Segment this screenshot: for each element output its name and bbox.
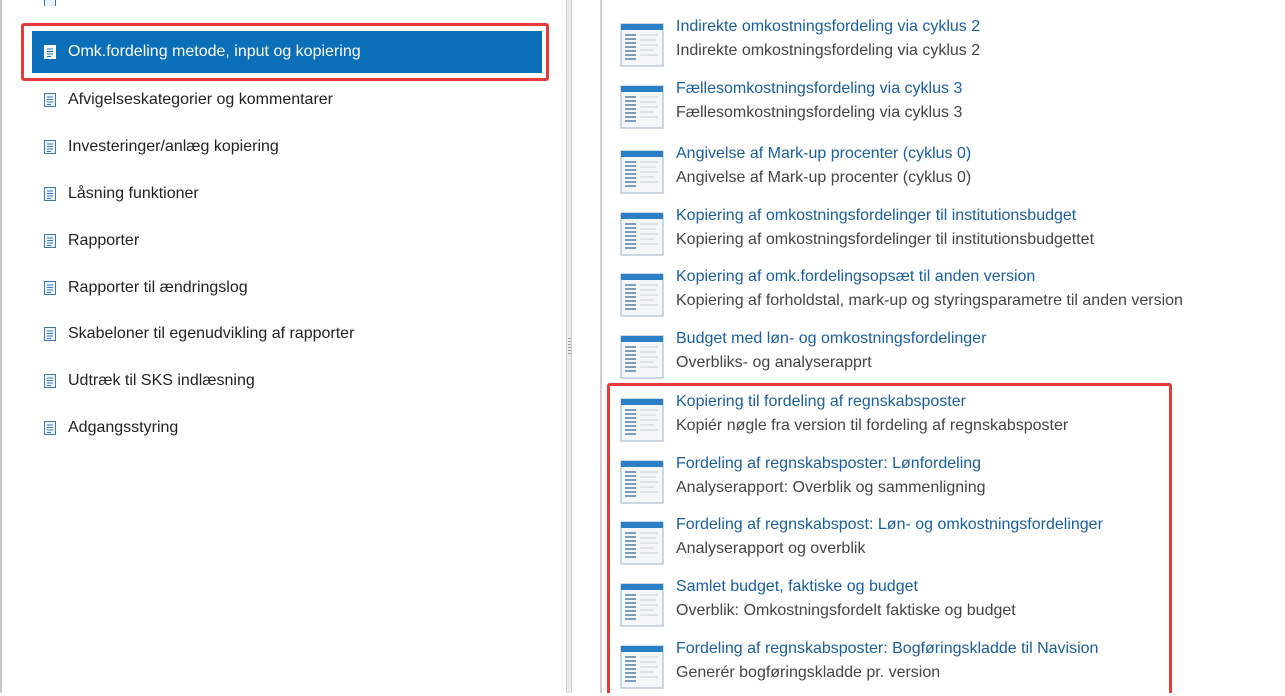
report-subtitle: Overblik: Omkostningsfordelt faktiske og… (676, 602, 1016, 619)
report-list-panel: Indirekte omkostningsfordeling via cyklu… (572, 0, 1285, 693)
report-icon[interactable] (620, 645, 664, 689)
report-item[interactable]: Angivelse af Mark-up procenter (cyklus 0… (620, 145, 1280, 201)
report-subtitle: Angivelse af Mark-up procenter (cyklus 0… (676, 169, 972, 186)
report-item[interactable]: Kopiering til fordeling af regnskabspost… (620, 393, 1280, 449)
document-icon (44, 0, 56, 6)
report-subtitle: Kopiér nøgle fra version til fordeling a… (676, 417, 1069, 434)
report-icon[interactable] (620, 150, 664, 194)
report-subtitle: Fællesomkostningsfordeling via cyklus 3 (676, 104, 963, 121)
report-icon[interactable] (620, 85, 664, 129)
report-icon[interactable] (620, 212, 664, 256)
nav-item-label: Adgangsstyring (68, 419, 179, 436)
nav-item-omk-fordeling[interactable]: Omk.fordeling metode, input og kopiering (32, 31, 542, 73)
document-icon (44, 374, 56, 388)
report-title-link[interactable]: Samlet budget, faktiske og budget (676, 578, 918, 596)
report-subtitle: Overbliks- og analyserapprt (676, 354, 872, 371)
left-navigation-panel: Omk.fordeling metode, input og kopiering… (0, 0, 566, 693)
report-title-link[interactable]: Fordeling af regnskabsposter: Bogførings… (676, 640, 1098, 658)
document-icon (44, 187, 56, 201)
report-title-link[interactable]: Kopiering af omk.fordelingsopsæt til and… (676, 268, 1035, 286)
report-icon[interactable] (620, 23, 664, 67)
report-title-link[interactable]: Kopiering til fordeling af regnskabspost… (676, 393, 966, 411)
report-item[interactable]: Kopiering af omkostningsfordelinger til … (620, 207, 1280, 263)
report-item[interactable]: Fællesomkostningsfordeling via cyklus 3 F… (620, 80, 1280, 136)
document-icon (44, 45, 56, 59)
report-subtitle: Indirekte omkostningsfordeling via cyklu… (676, 42, 981, 59)
report-item[interactable]: Indirekte omkostningsfordeling via cyklu… (620, 18, 1280, 74)
report-title-link[interactable]: Angivelse af Mark-up procenter (cyklus 0… (676, 145, 971, 163)
nav-item-label: Låsning funktioner (68, 185, 199, 202)
report-icon[interactable] (620, 398, 664, 442)
document-icon (44, 327, 56, 341)
report-title-link[interactable]: Fordeling af regnskabsposter: Lønfordeli… (676, 455, 981, 473)
report-title-link[interactable]: Fordeling af regnskabspost: Løn- og omko… (676, 516, 1103, 534)
document-icon (44, 281, 56, 295)
nav-item-investeringer[interactable]: Investeringer/anlæg kopiering (42, 135, 279, 159)
nav-item-label: Skabeloner til egenudvikling af rapporte… (68, 325, 355, 342)
report-item[interactable]: Fordeling af regnskabspost: Løn- og omko… (620, 516, 1280, 572)
report-icon[interactable] (620, 273, 664, 317)
nav-item-laasning[interactable]: Låsning funktioner (42, 182, 199, 206)
nav-item-label: Afvigelseskategorier og kommentarer (68, 91, 334, 108)
nav-item-udtraek-sks[interactable]: Udtræk til SKS indlæsning (42, 369, 255, 393)
nav-item-skabeloner[interactable]: Skabeloner til egenudvikling af rapporte… (42, 322, 354, 346)
nav-item-label: Udtræk til SKS indlæsning (68, 372, 255, 389)
report-title-link[interactable]: Budget med løn- og omkostningsfordelinge… (676, 330, 986, 348)
nav-item-adgangsstyring[interactable]: Adgangsstyring (42, 416, 178, 440)
report-title-link[interactable]: Indirekte omkostningsfordeling via cyklu… (676, 18, 980, 36)
report-title-link[interactable]: Fællesomkostningsfordeling via cyklus 3 (676, 80, 962, 98)
nav-item-rapporter[interactable]: Rapporter (42, 229, 139, 253)
report-item[interactable]: Kopiering af omk.fordelingsopsæt til and… (620, 268, 1280, 324)
report-subtitle: Generér bogføringskladde pr. version (676, 664, 941, 681)
nav-item-label: Rapporter (68, 232, 140, 249)
report-title-link[interactable]: Kopiering af omkostningsfordelinger til … (676, 207, 1076, 225)
report-subtitle: Analyserapport og overblik (676, 540, 866, 557)
document-icon (44, 421, 56, 435)
report-icon[interactable] (620, 583, 664, 627)
report-icon[interactable] (620, 335, 664, 379)
report-item[interactable]: Fordeling af regnskabsposter: Bogførings… (620, 640, 1280, 696)
nav-item-partial[interactable] (42, 0, 242, 6)
splitter-grip-icon[interactable] (568, 338, 571, 354)
document-icon (44, 93, 56, 107)
report-item[interactable]: Budget med løn- og omkostningsfordelinge… (620, 330, 1280, 386)
nav-item-label: Rapporter til ændringslog (68, 279, 248, 296)
report-subtitle: Kopiering af omkostningsfordelinger til … (676, 231, 1095, 248)
report-icon[interactable] (620, 460, 664, 504)
document-icon (44, 140, 56, 154)
nav-item-afvigelseskategorier[interactable]: Afvigelseskategorier og kommentarer (42, 88, 333, 112)
report-subtitle: Kopiering af forholdstal, mark-up og sty… (676, 292, 1183, 309)
panel-border (600, 0, 602, 693)
nav-item-label: Omk.fordeling metode, input og kopiering (68, 43, 361, 60)
nav-item-rapporter-aendringslog[interactable]: Rapporter til ændringslog (42, 276, 248, 300)
report-item[interactable]: Fordeling af regnskabsposter: Lønfordeli… (620, 455, 1280, 511)
report-item[interactable]: Samlet budget, faktiske og budget Overbli… (620, 578, 1280, 634)
document-icon (44, 234, 56, 248)
report-subtitle: Analyserapport: Overblik og sammenlignin… (676, 479, 986, 496)
nav-item-label: Investeringer/anlæg kopiering (68, 138, 279, 155)
report-icon[interactable] (620, 521, 664, 565)
